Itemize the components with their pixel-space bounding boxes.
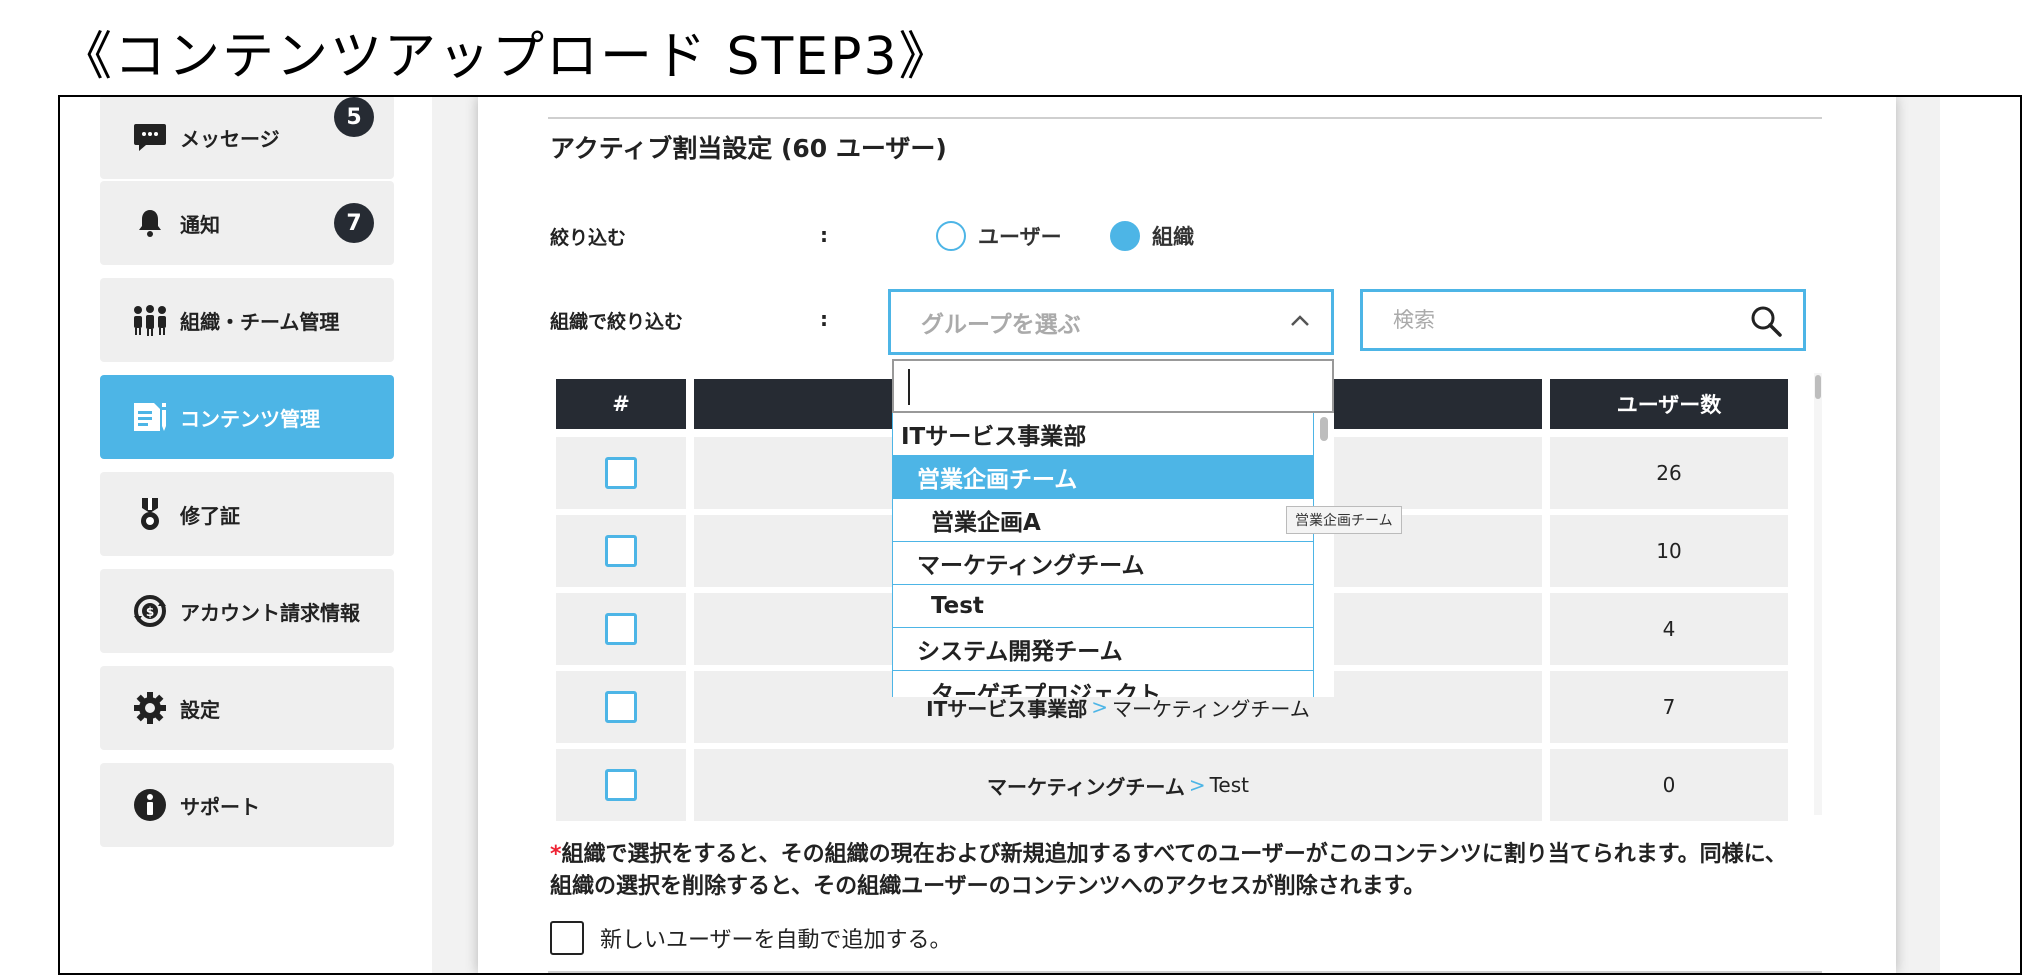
colon: : [820,223,828,247]
row-checkbox[interactable] [605,691,637,723]
assignment-note: *組織で選択をすると、その組織の現在および新規追加するすべてのユーザーがこのコン… [550,839,1800,903]
table-scrollbar-thumb[interactable] [1815,375,1821,399]
table-row-count: 7 [1550,671,1788,743]
row-checkbox[interactable] [605,457,637,489]
option-tooltip: 営業企画チーム [1286,506,1402,534]
message-count-badge: 5 [334,97,374,137]
divider [548,117,1822,119]
dropdown-option[interactable]: ITサービス事業部 [893,413,1313,456]
radio-user-label: ユーザー [978,225,1062,249]
app-frame: メッセージ 5 通知 7 組織・チーム管理 コンテンツ管理 修了証 $ アカウン… [58,95,2022,975]
sidebar-item-label: 設定 [180,697,220,722]
table-row-count: 10 [1550,515,1788,587]
billing-icon: $ [132,593,168,629]
medal-icon [132,496,168,532]
group-select[interactable]: グループを選ぶ [888,289,1334,355]
required-mark: * [550,842,562,867]
auto-add-label: 新しいユーザーを自動で追加する。 [600,928,952,953]
path-separator: > [1188,773,1206,797]
sidebar-item-label: 修了証 [180,503,240,528]
col-header-number: # [556,379,686,429]
sidebar-item-messages[interactable]: メッセージ 5 [100,97,394,179]
dropdown-option[interactable]: 営業企画A [893,499,1313,542]
sidebar: メッセージ 5 通知 7 組織・チーム管理 コンテンツ管理 修了証 $ アカウン… [60,97,432,973]
row-checkbox[interactable] [605,535,637,567]
section-title: アクティブ割当設定 (60 ユーザー) [550,134,947,163]
row-checkbox[interactable] [605,613,637,645]
table-row-group-cell: マーケティングチーム > Test [694,749,1542,821]
assignment-panel: アクティブ割当設定 (60 ユーザー) 絞り込む : ユーザー 組織 組織で絞り… [478,97,1896,973]
dropdown-option-selected[interactable]: 営業企画チーム [893,456,1313,499]
group-select-placeholder: グループを選ぶ [921,312,1081,338]
dropdown-option[interactable]: システム開発チーム [893,628,1313,671]
group-path-child: Test [1209,773,1249,797]
table-row-checkbox-cell [556,515,686,587]
text-caret [908,369,910,405]
dropdown-search-input[interactable] [892,359,1334,413]
table-row-checkbox-cell [556,593,686,665]
dropdown-scrollbar-thumb[interactable] [1320,417,1328,441]
sidebar-item-billing[interactable]: $ アカウント請求情報 [100,569,394,653]
dropdown-list: ITサービス事業部 営業企画チーム 営業企画A マーケティングチーム Test … [892,413,1314,697]
sidebar-item-support[interactable]: サポート [100,763,394,847]
search-input[interactable] [1391,292,1735,348]
radio-user[interactable]: ユーザー [936,221,1062,251]
info-icon [132,787,168,823]
chevron-up-icon [1289,310,1311,338]
message-icon [132,119,168,155]
content-icon [132,399,168,435]
radio-org-label: 組織 [1152,225,1194,249]
divider [548,971,1822,973]
bell-icon [132,205,168,241]
search-icon[interactable] [1749,304,1783,342]
slide-title: 《コンテンツアップロード STEP3》 [60,27,953,87]
table-row-checkbox-cell [556,671,686,743]
col-header-user-count[interactable]: ユーザー数 [1550,379,1788,429]
row-checkbox[interactable] [605,769,637,801]
sidebar-item-settings[interactable]: 設定 [100,666,394,750]
sidebar-item-organization[interactable]: 組織・チーム管理 [100,278,394,362]
sidebar-item-label: サポート [180,794,260,819]
dropdown-option[interactable]: ターゲチプロジェクト [893,671,1313,697]
panel-gutter [432,97,478,973]
sidebar-item-label: 通知 [180,212,220,237]
colon: : [820,307,828,331]
auto-add-option[interactable]: 新しいユーザーを自動で追加する。 [550,921,952,955]
table-row-checkbox-cell [556,437,686,509]
search-box [1360,289,1806,351]
dropdown-option[interactable]: Test [893,585,1313,628]
table-row-count: 26 [1550,437,1788,509]
table-row-checkbox-cell [556,749,686,821]
gear-icon [132,690,168,726]
table-scrollbar[interactable] [1814,373,1822,815]
group-dropdown: ITサービス事業部 営業企画チーム 営業企画A マーケティングチーム Test … [892,359,1334,697]
radio-circle-selected [1110,221,1140,251]
sidebar-item-label: メッセージ [180,126,280,151]
filter-label: 絞り込む [550,227,627,249]
note-text: 組織で選択をすると、その組織の現在および新規追加するすべてのユーザーがこのコンテ… [550,842,1787,899]
dropdown-option[interactable]: マーケティングチーム [893,542,1313,585]
table-row-count: 4 [1550,593,1788,665]
path-separator: > [1091,695,1109,719]
sidebar-item-notifications[interactable]: 通知 7 [100,181,394,265]
panel-gutter-right [1896,97,1940,973]
auto-add-checkbox[interactable] [550,921,584,955]
group-path-parent: マーケティングチーム [987,774,1185,799]
svg-text:$: $ [146,605,154,619]
sidebar-item-content[interactable]: コンテンツ管理 [100,375,394,459]
sidebar-item-label: コンテンツ管理 [180,406,320,431]
radio-circle [936,221,966,251]
team-icon [132,302,168,338]
org-filter-label: 組織で絞り込む [550,311,684,333]
sidebar-item-certificate[interactable]: 修了証 [100,472,394,556]
sidebar-item-label: アカウント請求情報 [180,600,360,625]
dropdown-scrollbar[interactable] [1316,413,1334,697]
table-row-count: 0 [1550,749,1788,821]
sidebar-item-label: 組織・チーム管理 [180,309,340,334]
radio-organization[interactable]: 組織 [1110,221,1194,251]
notification-count-badge: 7 [334,203,374,243]
